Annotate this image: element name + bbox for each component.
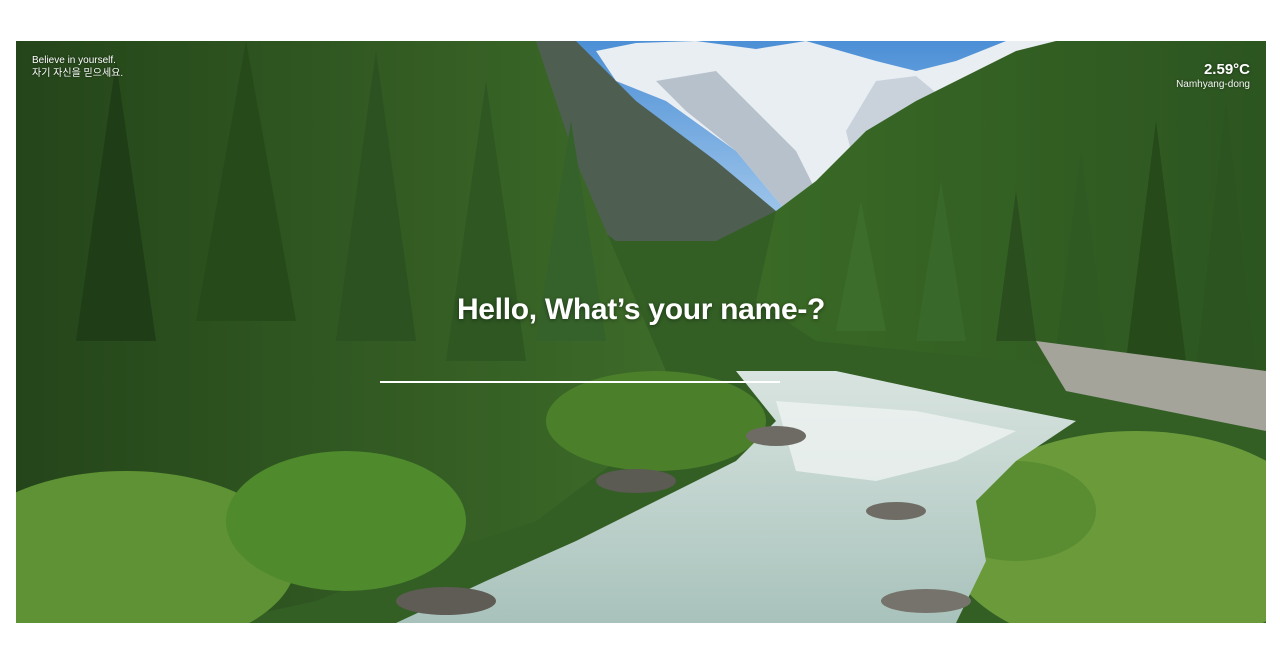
weather-widget: 2.59°C Namhyang-dong <box>1176 61 1250 91</box>
quote: Believe in yourself. 자기 자신을 믿으세요. <box>32 54 123 80</box>
temperature: 2.59°C <box>1203 61 1250 78</box>
quote-korean: 자기 자신을 믿으세요. <box>32 68 124 79</box>
greeting-title: Hello, What’s your name-? <box>456 293 826 326</box>
app-frame: Believe in yourself. 자기 자신을 믿으세요. 2.59°C… <box>16 41 1266 623</box>
background-photo <box>16 41 1266 623</box>
quote-english: Believe in yourself. <box>32 55 116 66</box>
name-input[interactable] <box>380 359 780 383</box>
location: Namhyang-dong <box>1176 79 1250 90</box>
